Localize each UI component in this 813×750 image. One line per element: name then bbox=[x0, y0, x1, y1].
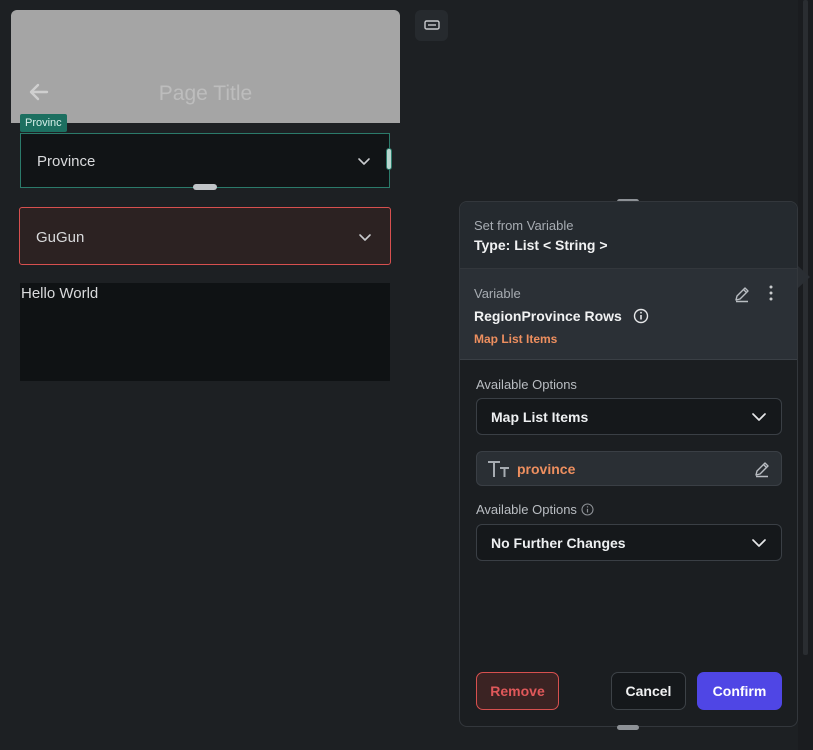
widget-icon bbox=[424, 20, 440, 30]
chevron-down-icon bbox=[359, 234, 371, 241]
edit-pencil-icon[interactable] bbox=[753, 460, 771, 478]
scrollbar-thumb[interactable] bbox=[803, 0, 808, 655]
panel-drag-handle-bottom[interactable] bbox=[617, 725, 639, 730]
panel-header-subtitle: Set from Variable bbox=[474, 218, 574, 233]
province-dropdown-label: Province bbox=[37, 153, 96, 170]
selected-widget-tag: Provinc bbox=[20, 114, 67, 132]
text-widget-content: Hello World bbox=[21, 285, 99, 302]
available-options-value-2: No Further Changes bbox=[491, 535, 626, 551]
set-from-variable-panel: Set from Variable Type: List < String > … bbox=[459, 201, 798, 727]
canvas-scrollbar[interactable] bbox=[798, 0, 813, 750]
variable-section[interactable]: Variable RegionProvince Rows Map List It… bbox=[460, 269, 797, 360]
edit-pencil-icon[interactable] bbox=[733, 285, 751, 303]
info-icon[interactable] bbox=[633, 308, 649, 324]
gugun-dropdown-label: GuGun bbox=[36, 229, 85, 246]
gugun-dropdown[interactable]: GuGun bbox=[19, 207, 391, 265]
panel-header: Set from Variable Type: List < String > bbox=[460, 202, 797, 269]
available-options-label: Available Options bbox=[476, 377, 577, 392]
available-options-label-2: Available Options bbox=[476, 502, 594, 517]
remove-button[interactable]: Remove bbox=[476, 672, 559, 710]
chevron-down-icon bbox=[752, 539, 766, 547]
text-type-icon bbox=[488, 461, 509, 477]
variable-name: RegionProvince Rows bbox=[474, 308, 622, 324]
cancel-button[interactable]: Cancel bbox=[611, 672, 686, 710]
variable-label: Variable bbox=[474, 286, 521, 301]
widget-tool-button[interactable] bbox=[415, 10, 448, 41]
panel-header-type: Type: List < String > bbox=[474, 237, 608, 253]
available-options-select[interactable]: Map List Items bbox=[476, 398, 782, 435]
available-options-value: Map List Items bbox=[491, 409, 589, 425]
confirm-button[interactable]: Confirm bbox=[697, 672, 782, 710]
panel-pointer bbox=[798, 266, 810, 288]
info-icon[interactable] bbox=[581, 503, 594, 516]
app-bar: Page Title bbox=[11, 10, 400, 123]
province-dropdown[interactable]: Province bbox=[20, 133, 390, 188]
available-options-label-2-text: Available Options bbox=[476, 502, 577, 517]
chevron-down-icon bbox=[752, 413, 766, 421]
resize-handle-bottom[interactable] bbox=[193, 184, 217, 190]
variable-transform-link[interactable]: Map List Items bbox=[474, 332, 557, 346]
more-vertical-icon[interactable] bbox=[765, 284, 777, 302]
map-property-row[interactable]: province bbox=[476, 451, 782, 486]
available-options-select-2[interactable]: No Further Changes bbox=[476, 524, 782, 561]
page-title: Page Title bbox=[158, 82, 253, 105]
chevron-down-icon bbox=[358, 158, 370, 165]
map-property-value: province bbox=[517, 461, 576, 477]
resize-handle-right[interactable] bbox=[386, 148, 392, 170]
text-widget[interactable]: Hello World bbox=[20, 283, 390, 381]
